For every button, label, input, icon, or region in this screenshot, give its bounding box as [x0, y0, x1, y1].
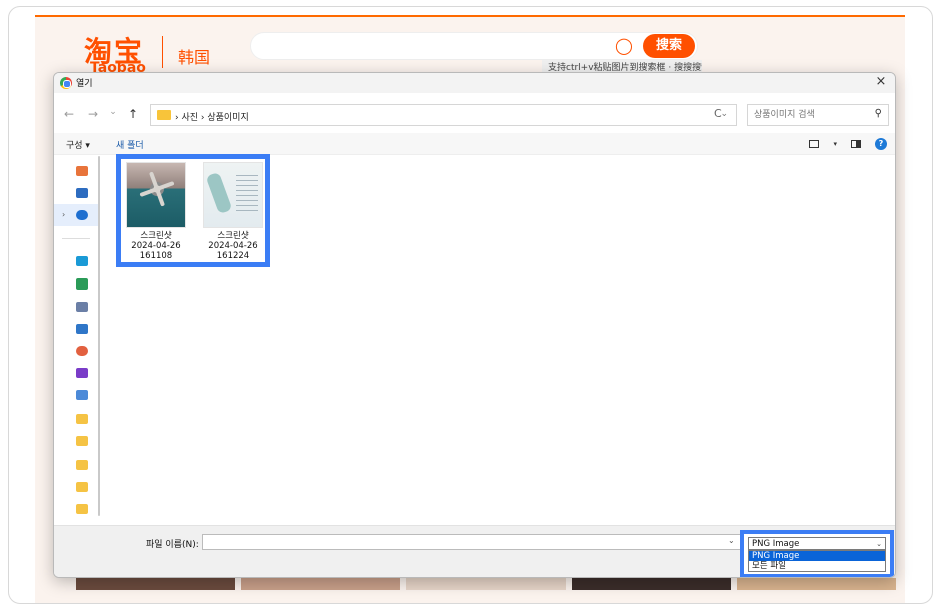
dialog-titlebar[interactable]: 열기 × [54, 73, 895, 93]
filename-label: 파일 이름(N): [146, 540, 199, 550]
folder-icon[interactable] [76, 436, 88, 446]
pictures-icon[interactable] [76, 324, 88, 334]
dialog-title: 열기 [76, 79, 93, 89]
sidebar-scrollbar[interactable] [98, 156, 100, 516]
search-icon[interactable]: ⚲ [875, 108, 882, 119]
videos-icon[interactable] [76, 368, 88, 378]
desktop-icon[interactable] [76, 256, 88, 266]
forward-arrow-icon[interactable]: → [86, 107, 100, 121]
file-type-highlight-box: PNG Image ⌄ PNG Image 모든 파일 [740, 530, 894, 577]
filename-field[interactable] [202, 534, 742, 555]
dialog-bottom-bar: 파일 이름(N): ⌄ PNG Image ⌄ PNG Image 모든 파일 [54, 525, 895, 577]
address-bar[interactable]: › 사진 › 상품이미지 ⌄ [150, 104, 737, 126]
sidebar-divider [62, 238, 90, 239]
file-type-option[interactable]: PNG Image [749, 551, 885, 561]
files-highlight-box [116, 154, 270, 267]
organize-button[interactable]: 구성 ▾ [66, 138, 90, 151]
filename-input[interactable] [203, 541, 741, 555]
file-type-select[interactable]: PNG Image ⌄ [748, 537, 886, 550]
onedrive-icon[interactable] [76, 210, 88, 220]
folder-icon [157, 110, 171, 120]
home-icon[interactable] [76, 166, 88, 176]
camera-icon[interactable]: ◯ [614, 36, 634, 56]
folder-search-box[interactable]: ⚲ [747, 104, 889, 126]
recent-locations-chevron-icon[interactable]: ⌄ [106, 107, 120, 117]
file-type-selected-value: PNG Image [752, 539, 800, 549]
product-thumb[interactable] [406, 578, 566, 590]
music-icon[interactable] [76, 346, 88, 356]
file-type-options-list: PNG Image 모든 파일 [748, 550, 886, 572]
navigation-bar: ← → ⌄ ↑ › 사진 › 상품이미지 ⌄ C ⚲ [54, 101, 895, 127]
folder-search-input[interactable] [754, 108, 864, 122]
product-thumb[interactable] [571, 578, 731, 590]
help-icon[interactable]: ? [875, 138, 887, 150]
up-arrow-icon[interactable]: ↑ [126, 107, 140, 121]
navigation-pane: › [54, 156, 102, 524]
product-thumb[interactable] [736, 578, 897, 590]
close-button[interactable]: × [873, 74, 889, 89]
product-thumb[interactable] [76, 578, 236, 590]
image-folder-icon[interactable] [76, 390, 88, 400]
product-thumbnails-strip [76, 578, 897, 590]
command-bar: 구성 ▾ 새 폴더 ▾ ? [54, 133, 895, 155]
preview-pane-icon[interactable] [851, 140, 861, 148]
site-search-button[interactable]: 搜索 [643, 34, 695, 58]
file-type-option[interactable]: 모든 파일 [749, 561, 885, 571]
back-arrow-icon[interactable]: ← [62, 107, 76, 121]
view-dropdown-icon[interactable]: ▾ [833, 140, 837, 148]
chrome-icon [60, 77, 72, 89]
filename-dropdown-icon[interactable]: ⌄ [728, 536, 735, 545]
folder-icon[interactable] [76, 414, 88, 424]
breadcrumb[interactable]: › 사진 › 상품이미지 [175, 110, 249, 123]
folder-icon[interactable] [76, 482, 88, 492]
view-mode-icon[interactable] [809, 140, 820, 148]
product-thumb[interactable] [241, 578, 401, 590]
chevron-down-icon[interactable]: ⌄ [876, 538, 882, 550]
gallery-icon[interactable] [76, 188, 88, 198]
top-accent-line [35, 15, 905, 17]
region-label: 韩国 [178, 48, 211, 67]
expand-chevron-icon[interactable]: › [62, 210, 65, 219]
logo-separator [162, 36, 163, 68]
folder-icon[interactable] [76, 504, 88, 514]
folder-icon[interactable] [76, 460, 88, 470]
view-controls: ▾ ? [809, 138, 887, 150]
new-folder-button[interactable]: 새 폴더 [116, 138, 144, 151]
refresh-icon[interactable]: C [714, 107, 722, 120]
open-file-dialog: 열기 × ← → ⌄ ↑ › 사진 › 상품이미지 ⌄ C ⚲ 구성 ▾ 새 폴… [53, 72, 896, 578]
documents-icon[interactable] [76, 302, 88, 312]
downloads-icon[interactable] [76, 278, 88, 290]
